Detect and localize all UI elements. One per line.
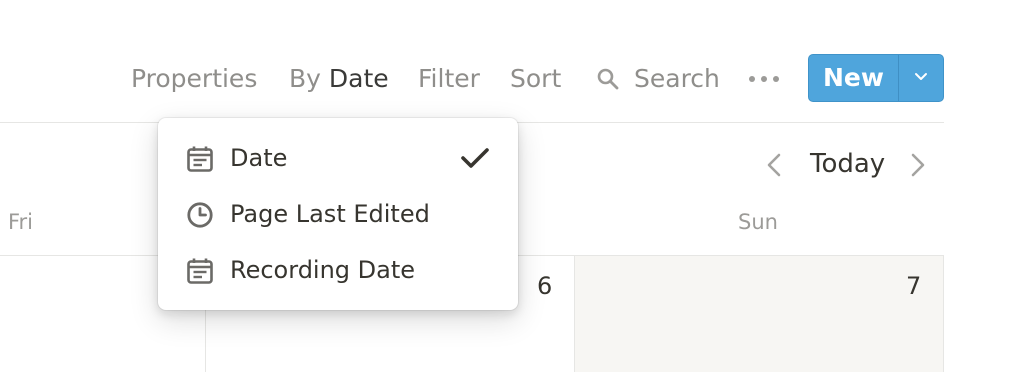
- calendar-date-number: 6: [537, 272, 553, 300]
- today-button[interactable]: Today: [810, 146, 885, 182]
- day-header-fri: Fri: [8, 210, 34, 234]
- calendar-gridline: [943, 256, 944, 372]
- menu-item-label: Page Last Edited: [230, 200, 430, 228]
- day-header-sun: Sun: [738, 210, 778, 234]
- calendar-cell-sun[interactable]: [575, 256, 943, 372]
- search-button[interactable]: Search: [634, 62, 720, 96]
- calendar-date-number: 7: [906, 272, 922, 300]
- chevron-down-icon: [915, 73, 927, 80]
- group-by-prefix: By: [289, 64, 321, 93]
- calendar-icon: [187, 146, 213, 172]
- group-by-value: Date: [328, 64, 389, 93]
- chevron-right-icon[interactable]: [908, 152, 928, 178]
- properties-button[interactable]: Properties: [131, 62, 257, 96]
- chevron-left-icon[interactable]: [764, 152, 784, 178]
- menu-item-label: Date: [230, 144, 288, 172]
- menu-item-label: Recording Date: [230, 256, 416, 284]
- filter-button[interactable]: Filter: [418, 62, 480, 96]
- menu-item-date[interactable]: Date: [158, 130, 518, 186]
- clock-icon: [187, 202, 213, 228]
- new-dropdown-button[interactable]: [899, 55, 943, 101]
- calendar-icon: [187, 258, 213, 284]
- menu-item-recording-date[interactable]: Recording Date: [158, 242, 518, 298]
- new-split-button: New: [808, 54, 944, 102]
- sort-button[interactable]: Sort: [510, 62, 561, 96]
- new-button[interactable]: New: [809, 55, 898, 101]
- date-property-menu: Date Page Last Edited Recording Date: [158, 118, 518, 310]
- group-by-button[interactable]: By Date: [289, 62, 389, 96]
- checkmark-icon: [461, 148, 489, 168]
- ellipsis-icon[interactable]: [748, 72, 780, 86]
- menu-item-page-last-edited[interactable]: Page Last Edited: [158, 186, 518, 242]
- search-icon[interactable]: [596, 67, 620, 91]
